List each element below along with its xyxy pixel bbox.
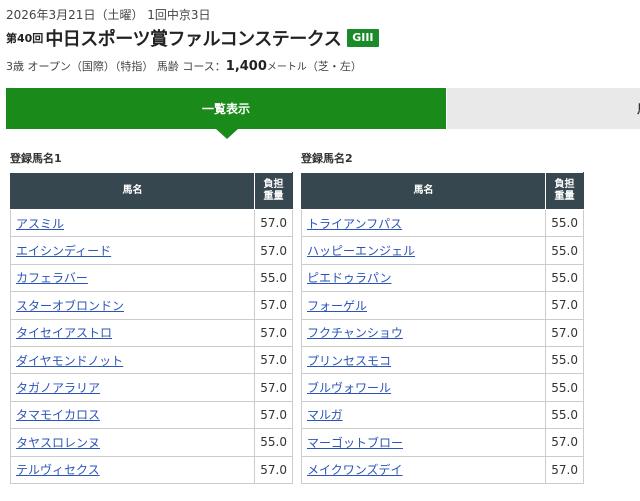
- horse-link[interactable]: ブルヴォワール: [307, 381, 391, 395]
- col-weight: 負担 重量: [545, 172, 584, 210]
- table-header-row: 馬名 負担 重量: [10, 172, 293, 210]
- tab-other-view[interactable]: 馬: [447, 88, 640, 129]
- weight-cell: 55.0: [545, 345, 584, 375]
- col-horse-name: 馬名: [301, 172, 546, 210]
- weight-cell: 55.0: [545, 263, 584, 293]
- horse-link[interactable]: タガノアラリア: [16, 381, 100, 395]
- col-weight-line2: 重量: [554, 191, 575, 202]
- table-row: フクチャンショウ 57.0: [301, 318, 584, 347]
- conditions-prefix: 3歳 オープン（国際）（特指） 馬齢 コース：: [6, 60, 226, 73]
- weight-cell: 55.0: [545, 373, 584, 402]
- horse-link[interactable]: メイクワンズデイ: [307, 463, 403, 477]
- table-row: ピエドゥラパン 55.0: [301, 263, 584, 293]
- col-weight-line1: 負担: [554, 179, 575, 190]
- table-row: ハッピーエンジェル 55.0: [301, 236, 584, 265]
- horse-link[interactable]: ピエドゥラパン: [307, 271, 391, 285]
- weight-cell: 57.0: [545, 318, 584, 347]
- table-row: タイセイアストロ 57.0: [10, 318, 293, 347]
- conditions-suffix: （芝・左）: [306, 60, 362, 73]
- weight-cell: 55.0: [254, 428, 293, 457]
- entry-table: 馬名 負担 重量 アスミル 57.0 エイシンディード 57.0 カフェラバー 55.0…: [10, 172, 293, 484]
- table-row: スターオブロンドン 57.0: [10, 291, 293, 320]
- table-row: アスミル 57.0: [10, 208, 293, 238]
- horse-link[interactable]: フクチャンショウ: [307, 326, 403, 340]
- race-number: 第40回: [6, 32, 44, 45]
- horse-link[interactable]: タヤスロレンヌ: [16, 436, 100, 450]
- table-row: フォーゲル 57.0: [301, 291, 584, 320]
- race-title: 第40回 中日スポーツ賞ファルコンステークス GIII: [6, 26, 379, 50]
- weight-cell: 57.0: [254, 345, 293, 375]
- weight-cell: 57.0: [545, 291, 584, 320]
- horse-link[interactable]: タイセイアストロ: [16, 326, 112, 340]
- entry-list-2: 登録馬名2 馬名 負担 重量 トライアンフパス 55.0 ハッピーエンジェル 55.0…: [301, 150, 584, 484]
- horse-link[interactable]: ダイヤモンドノット: [16, 354, 123, 368]
- table-header-row: 馬名 負担 重量: [301, 172, 584, 210]
- entry-list-heading: 登録馬名2: [301, 152, 353, 165]
- weight-cell: 57.0: [254, 400, 293, 430]
- horse-link[interactable]: アスミル: [16, 217, 64, 231]
- tab-list-view-label: 一覧表示: [201, 102, 250, 116]
- weight-cell: 55.0: [545, 236, 584, 265]
- table-row: メイクワンズデイ 57.0: [301, 455, 584, 484]
- table-row: タガノアラリア 57.0: [10, 373, 293, 402]
- weight-cell: 55.0: [254, 263, 293, 293]
- horse-link[interactable]: プリンセスモコ: [307, 354, 391, 368]
- weight-cell: 57.0: [254, 236, 293, 265]
- table-row: ダイヤモンドノット 57.0: [10, 345, 293, 375]
- table-row: プリンセスモコ 55.0: [301, 345, 584, 375]
- weight-cell: 57.0: [254, 455, 293, 484]
- horse-link[interactable]: カフェラバー: [16, 271, 88, 285]
- table-row: テルヴィセクス 57.0: [10, 455, 293, 484]
- distance-unit: メートル: [266, 62, 307, 73]
- table-row: タマモイカロス 57.0: [10, 400, 293, 430]
- table-row: カフェラバー 55.0: [10, 263, 293, 293]
- weight-cell: 55.0: [545, 208, 584, 238]
- entry-list-1: 登録馬名1 馬名 負担 重量 アスミル 57.0 エイシンディード 57.0 カフェラ…: [10, 150, 293, 484]
- tab-list-view[interactable]: 一覧表示: [6, 88, 446, 139]
- col-horse-name: 馬名: [10, 172, 255, 210]
- horse-link[interactable]: マーゴットブロー: [307, 436, 403, 450]
- weight-cell: 57.0: [254, 373, 293, 402]
- distance: 1,400: [225, 59, 267, 74]
- table-row: エイシンディード 57.0: [10, 236, 293, 265]
- horse-link[interactable]: フォーゲル: [307, 299, 367, 313]
- horse-link[interactable]: ハッピーエンジェル: [307, 244, 415, 258]
- table-row: ブルヴォワール 55.0: [301, 373, 584, 402]
- weight-cell: 57.0: [545, 428, 584, 457]
- table-row: マーゴットブロー 57.0: [301, 428, 584, 457]
- entry-table: 馬名 負担 重量 トライアンフパス 55.0 ハッピーエンジェル 55.0 ピエドゥラ…: [301, 172, 584, 484]
- entry-list-heading: 登録馬名1: [10, 152, 62, 165]
- horse-link[interactable]: エイシンディード: [16, 244, 111, 258]
- horse-link[interactable]: スターオブロンドン: [16, 299, 124, 313]
- horse-link[interactable]: トライアンフパス: [307, 217, 402, 231]
- view-tabs: 一覧表示 馬: [6, 88, 640, 139]
- active-tab-pointer: [216, 129, 238, 139]
- col-weight: 負担 重量: [254, 172, 293, 210]
- race-name: 中日スポーツ賞ファルコンステークス: [45, 29, 342, 50]
- col-weight-line1: 負担: [263, 179, 284, 190]
- horse-link[interactable]: タマモイカロス: [16, 408, 100, 422]
- weight-cell: 57.0: [545, 455, 584, 484]
- race-date: 2026年3月21日（土曜） 1回中京3日: [6, 8, 211, 22]
- weight-cell: 57.0: [254, 208, 293, 238]
- grade-badge: GIII: [347, 29, 379, 47]
- table-row: タヤスロレンヌ 55.0: [10, 428, 293, 457]
- table-row: マルガ 55.0: [301, 400, 584, 430]
- table-row: トライアンフパス 55.0: [301, 208, 584, 238]
- weight-cell: 55.0: [545, 400, 584, 430]
- col-weight-line2: 重量: [263, 191, 284, 202]
- weight-cell: 57.0: [254, 318, 293, 347]
- horse-link[interactable]: テルヴィセクス: [16, 463, 100, 477]
- horse-link[interactable]: マルガ: [307, 408, 343, 422]
- weight-cell: 57.0: [254, 291, 293, 320]
- race-conditions: 3歳 オープン（国際）（特指） 馬齢 コース：1,400メートル（芝・左）: [6, 58, 362, 74]
